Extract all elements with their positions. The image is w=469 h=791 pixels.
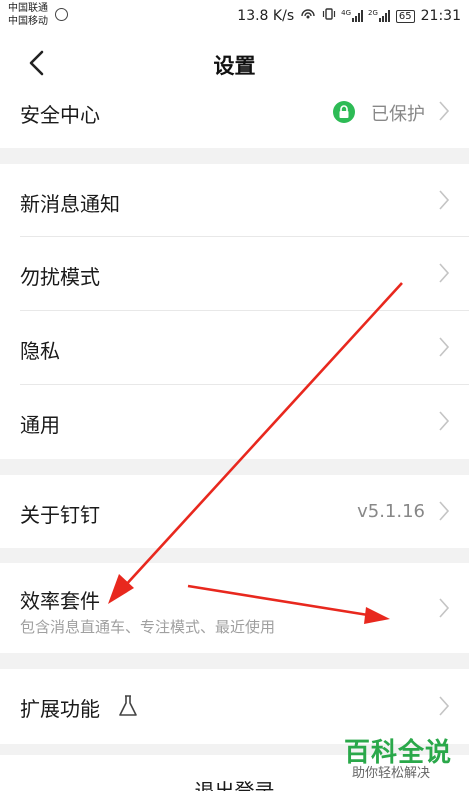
chevron-right-icon — [439, 101, 450, 121]
settings-group-main: 新消息通知 勿扰模式 隐私 通用 — [0, 164, 469, 459]
row-about[interactable]: 关于钉钉 v5.1.16 — [0, 475, 469, 548]
row-efficiency-suite[interactable]: 效率套件 包含消息直通车、专注模式、最近使用 — [0, 563, 469, 653]
chevron-right-icon — [439, 501, 450, 521]
vibrate-icon — [322, 7, 336, 25]
row-label: 关于钉钉 — [20, 503, 100, 527]
chevron-right-icon — [439, 190, 450, 210]
security-status: 已保护 — [371, 104, 425, 125]
app-version: v5.1.16 — [357, 501, 425, 522]
status-indicators: 13.8 K/s 4G 2G 65 21:31 — [237, 7, 461, 25]
signal-icon-2: 2G — [368, 10, 390, 22]
row-security-center[interactable]: 安全中心 已保护 — [0, 94, 469, 148]
loading-ring-icon — [55, 8, 68, 21]
battery-icon: 65 — [395, 9, 415, 23]
row-label: 效率套件 — [20, 589, 100, 613]
watermark-subtitle: 助你轻松解决 — [352, 766, 431, 781]
chevron-right-icon — [439, 411, 450, 431]
status-bar: 中国联通 中国移动 13.8 K/s 4G 2G 65 21:31 — [0, 0, 469, 32]
row-label: 隐私 — [20, 339, 60, 363]
row-label: 通用 — [20, 413, 60, 437]
settings-group-efficiency: 效率套件 包含消息直通车、专注模式、最近使用 — [0, 563, 469, 653]
chevron-right-icon — [439, 263, 450, 283]
chevron-right-icon — [439, 598, 450, 618]
row-label: 新消息通知 — [20, 192, 120, 216]
row-general[interactable]: 通用 — [0, 385, 469, 459]
chevron-right-icon — [439, 696, 450, 716]
carrier-1: 中国联通 — [8, 3, 48, 14]
network-type-2: 2G — [368, 9, 378, 17]
signal-icon-1: 4G — [341, 9, 364, 22]
chevron-right-icon — [439, 337, 450, 357]
row-subtitle: 包含消息直通车、专注模式、最近使用 — [20, 618, 276, 636]
hotspot-icon — [300, 7, 316, 25]
row-do-not-disturb[interactable]: 勿扰模式 — [0, 237, 469, 310]
page-title: 设置 — [213, 54, 256, 78]
network-speed: 13.8 K/s — [237, 8, 295, 24]
settings-group-about: 关于钉钉 v5.1.16 — [0, 475, 469, 548]
settings-group-security: 安全中心 已保护 — [0, 94, 469, 148]
carrier-2: 中国移动 — [8, 16, 48, 27]
network-type-1: 4G — [341, 9, 352, 17]
row-label: 扩展功能 — [20, 697, 100, 721]
watermark: 百科全说 助你轻松解决 — [340, 730, 462, 786]
row-notifications[interactable]: 新消息通知 — [0, 164, 469, 237]
row-privacy[interactable]: 隐私 — [0, 311, 469, 384]
header: 设置 — [0, 32, 469, 94]
carrier-info: 中国联通 中国移动 — [8, 2, 48, 28]
lock-icon — [333, 101, 355, 123]
row-label: 勿扰模式 — [20, 265, 100, 289]
clock: 21:31 — [420, 8, 461, 24]
flask-icon — [119, 695, 137, 716]
row-label: 安全中心 — [20, 103, 100, 127]
